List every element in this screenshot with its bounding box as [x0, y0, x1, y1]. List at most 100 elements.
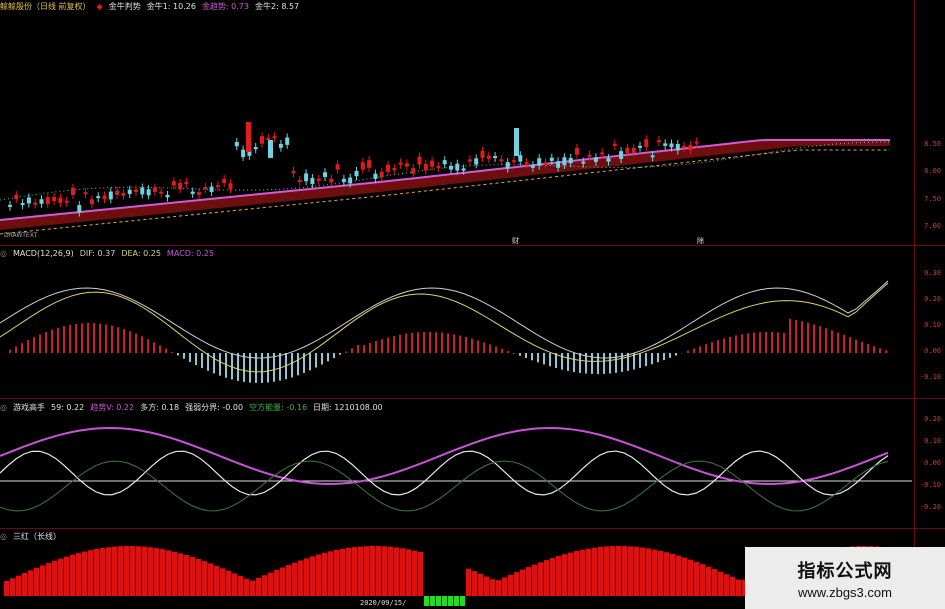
- sanhong-bar: [94, 548, 99, 596]
- candle-body: [285, 137, 290, 145]
- sanhong-bar: [172, 551, 177, 596]
- sanhong-bar: [442, 596, 447, 606]
- candle-body: [278, 143, 283, 148]
- candle-body: [631, 147, 636, 154]
- candle-body: [455, 163, 460, 171]
- sanhong-bar: [148, 547, 153, 596]
- candle-body: [178, 182, 183, 190]
- dotted-signal-line: [0, 141, 891, 201]
- candle-body: [146, 189, 151, 196]
- sanhong-bar: [634, 546, 639, 596]
- candle-body: [537, 158, 542, 166]
- sanhong-bar: [382, 546, 387, 596]
- sanhong-bar: [142, 546, 147, 596]
- sanhong-bar: [316, 554, 321, 596]
- sanhong-bar: [616, 546, 621, 596]
- candle-body: [102, 195, 107, 200]
- candle-body: [449, 165, 453, 170]
- sanhong-bar: [628, 546, 633, 596]
- candle-body: [89, 199, 94, 205]
- candle-body: [514, 128, 519, 156]
- sanhong-bar: [28, 570, 33, 596]
- sanhong-bar: [238, 576, 243, 596]
- candle-body: [562, 157, 567, 166]
- long-power-line: [0, 450, 889, 496]
- candle-body: [404, 163, 409, 167]
- sanhong-bar: [178, 553, 183, 596]
- candle-body: [373, 173, 378, 179]
- chart-canvas[interactable]: [0, 0, 945, 609]
- sanhong-bar: [706, 566, 711, 596]
- candle-body: [268, 140, 273, 158]
- sanhong-bar: [526, 567, 531, 596]
- sanhong-bar: [400, 548, 405, 596]
- sanhong-bar: [328, 551, 333, 596]
- sanhong-bar: [550, 558, 555, 596]
- candle-body: [190, 191, 195, 194]
- sanhong-bar: [334, 549, 339, 596]
- sanhong-bar: [112, 546, 117, 596]
- candle-body: [524, 162, 529, 165]
- candle-body: [83, 192, 88, 195]
- sanhong-bar: [460, 596, 465, 606]
- candle-body: [600, 152, 605, 155]
- sanhong-bar: [358, 546, 363, 596]
- candle-body: [121, 193, 126, 196]
- ma-band: [0, 140, 890, 230]
- candle-body: [341, 178, 346, 182]
- sanhong-bar: [598, 546, 603, 596]
- candle-body: [367, 160, 372, 168]
- sanhong-bar: [580, 549, 585, 596]
- sanhong-bar: [52, 560, 57, 596]
- watermark-url: www.zbgs3.com: [798, 584, 892, 600]
- macd-dea-line: [0, 282, 889, 373]
- sanhong-bar: [130, 546, 135, 596]
- sanhong-bar: [100, 548, 105, 596]
- candle-body: [329, 178, 334, 183]
- sanhong-bar: [490, 579, 495, 596]
- sanhong-bar: [478, 573, 483, 596]
- candle-body: [241, 149, 246, 158]
- candle-body: [480, 151, 485, 158]
- sanhong-bar: [298, 560, 303, 596]
- sanhong-bar: [412, 550, 417, 596]
- sanhong-bar: [730, 576, 735, 596]
- sanhong-bar: [670, 553, 675, 596]
- sanhong-bar: [448, 596, 453, 606]
- candle-body: [663, 143, 668, 146]
- sanhong-bar: [250, 580, 255, 596]
- candle-body: [392, 168, 397, 171]
- sanhong-bar: [4, 581, 9, 596]
- candle-body: [656, 140, 661, 143]
- candle-body: [644, 139, 649, 147]
- candle-body: [688, 145, 693, 151]
- candle-body: [619, 151, 624, 160]
- candle-body: [467, 159, 472, 162]
- candle-body: [222, 178, 227, 183]
- candle-body: [26, 197, 31, 204]
- candle-body: [64, 200, 69, 203]
- sanhong-bar: [16, 575, 21, 596]
- sanhong-bar: [58, 558, 63, 596]
- candle-body: [184, 181, 189, 184]
- candle-body: [272, 136, 277, 139]
- candle-body: [486, 155, 491, 159]
- sanhong-bar: [220, 568, 225, 596]
- sanhong-bar: [88, 550, 93, 596]
- sanhong-bar: [244, 578, 249, 596]
- sanhong-bar: [376, 546, 381, 596]
- sanhong-bar: [430, 596, 435, 606]
- candle-body: [411, 168, 416, 174]
- candle-body: [96, 196, 101, 199]
- sanhong-bar: [682, 557, 687, 596]
- candle-body: [159, 191, 164, 194]
- sanhong-bar: [280, 567, 285, 596]
- candle-body: [436, 165, 441, 168]
- candle-body: [348, 177, 353, 184]
- candle-body: [593, 157, 598, 162]
- candle-body: [52, 196, 57, 202]
- candle-body: [323, 172, 327, 177]
- candle-body: [442, 160, 447, 165]
- sanhong-bar: [370, 546, 375, 596]
- candle-body: [512, 160, 516, 163]
